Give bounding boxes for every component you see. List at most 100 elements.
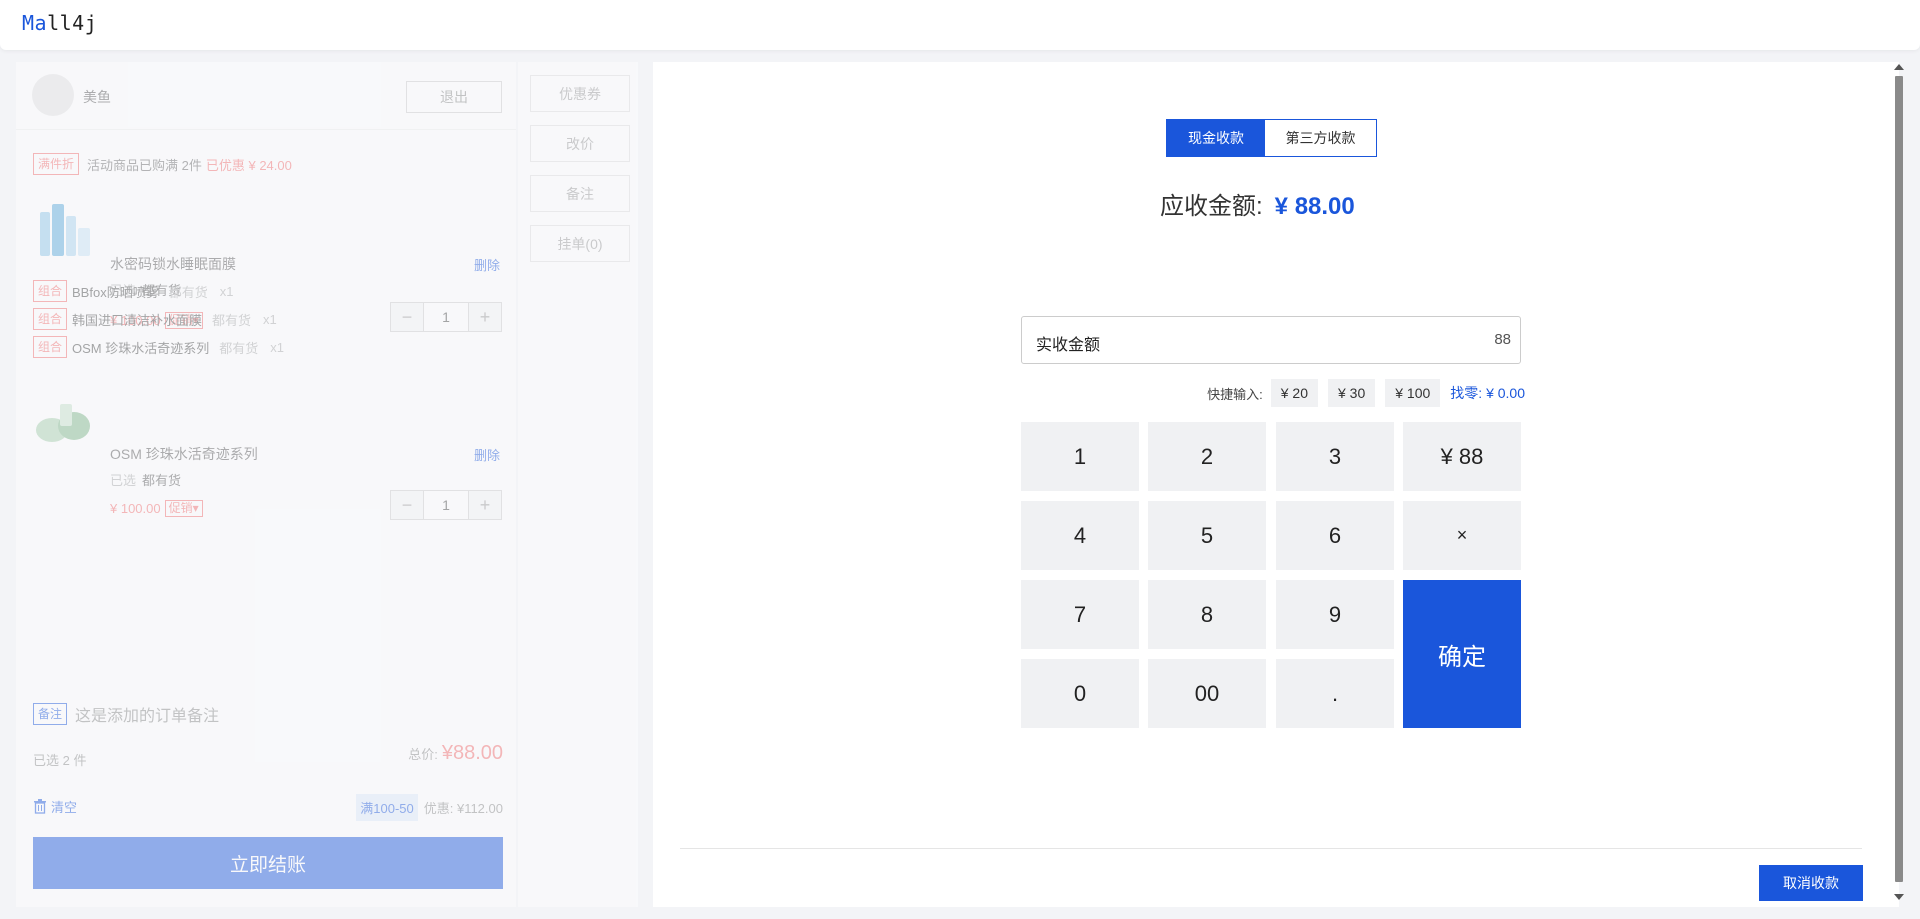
key-0[interactable]: 0 xyxy=(1021,659,1139,728)
logout-button[interactable]: 退出 xyxy=(406,81,502,113)
increase-button[interactable]: + xyxy=(469,491,501,519)
key-3[interactable]: 3 xyxy=(1276,422,1394,491)
backspace-key[interactable]: × xyxy=(1403,501,1521,570)
amount-due-value: ¥ 88.00 xyxy=(1274,193,1355,220)
product-image xyxy=(32,198,94,260)
summary-row: 已选 2 件 总价: ¥88.00 xyxy=(33,742,503,772)
combo-row: 组合 韩国进口清洁补水面膜 都有货 x1 xyxy=(33,308,277,330)
confirm-button[interactable]: 确定 xyxy=(1403,580,1521,728)
promotion-tag: 满件折 xyxy=(33,153,80,175)
decrease-button[interactable]: − xyxy=(391,303,423,331)
quick-amount-100[interactable]: ¥ 100 xyxy=(1385,379,1441,407)
combo-qty: x1 xyxy=(270,339,284,355)
key-1[interactable]: 1 xyxy=(1021,422,1139,491)
promo-dropdown-label: 促销 xyxy=(168,501,193,515)
selected-label: 已选 xyxy=(110,473,137,488)
coupon-button[interactable]: 优惠券 xyxy=(530,75,630,112)
quick-amount-30[interactable]: ¥ 30 xyxy=(1328,379,1376,407)
discount-text: 优惠: ¥112.00 xyxy=(423,801,503,816)
combo-row: 组合 BBfox防晒喷雾 都有货 x1 xyxy=(33,280,233,302)
combo-tag: 组合 xyxy=(33,280,68,302)
received-amount-value[interactable]: 88 xyxy=(1494,331,1511,348)
numeric-keypad: 1 2 3 ¥ 88 4 5 6 × 7 8 9 确定 0 00 . xyxy=(1021,422,1521,730)
combo-name: OSM 珍珠水活奇迹系列 xyxy=(72,340,210,356)
avatar xyxy=(32,74,74,116)
caret-down-icon: ▾ xyxy=(192,501,199,515)
logo-part-b: ll4j xyxy=(47,11,98,35)
payment-tabs: 现金收款 第三方收款 xyxy=(1166,119,1377,157)
promotion-discount: 已优惠 ¥ 24.00 xyxy=(205,157,292,173)
tab-cash[interactable]: 现金收款 xyxy=(1167,120,1265,156)
combo-name: BBfox防晒喷雾 xyxy=(72,284,159,300)
combo-stock: 都有货 xyxy=(219,340,259,356)
delete-item-button[interactable]: 删除 xyxy=(474,255,500,274)
combo-qty: x1 xyxy=(219,283,234,299)
cart-area: 美鱼 退出 满件折 活动商品已购满 2件 已优惠 ¥ 24.00 水密码锁水睡眠… xyxy=(16,62,638,907)
received-amount-label: 实收金额 xyxy=(1036,337,1101,354)
key-00[interactable]: 00 xyxy=(1148,659,1266,728)
delete-item-button[interactable]: 删除 xyxy=(474,445,500,464)
combo-tag: 组合 xyxy=(33,308,68,330)
change-price-button[interactable]: 改价 xyxy=(530,125,630,162)
key-exact-amount[interactable]: ¥ 88 xyxy=(1403,422,1521,491)
user-row: 美鱼 退出 xyxy=(16,62,516,130)
key-4[interactable]: 4 xyxy=(1021,501,1139,570)
quantity-value[interactable]: 1 xyxy=(423,491,469,519)
increase-button[interactable]: + xyxy=(469,303,501,331)
scroll-thumb[interactable] xyxy=(1895,76,1903,882)
combo-stock: 都有货 xyxy=(212,312,252,328)
item-price-row: ¥ 100.00 促销▾ xyxy=(110,500,203,517)
trash-icon xyxy=(34,799,46,814)
tab-third-party[interactable]: 第三方收款 xyxy=(1265,120,1376,156)
cancel-payment-button[interactable]: 取消收款 xyxy=(1759,865,1863,901)
item-price: ¥ 100.00 xyxy=(110,501,161,516)
key-2[interactable]: 2 xyxy=(1148,422,1266,491)
promo-dropdown[interactable]: 促销▾ xyxy=(164,500,203,517)
cart-panel: 美鱼 退出 满件折 活动商品已购满 2件 已优惠 ¥ 24.00 水密码锁水睡眠… xyxy=(16,62,516,907)
quick-input-label: 快捷输入: xyxy=(1207,386,1263,402)
scroll-up-icon[interactable] xyxy=(1894,64,1904,70)
total-label: 总价: xyxy=(408,747,438,762)
total-value: ¥88.00 xyxy=(441,742,503,764)
key-8[interactable]: 8 xyxy=(1148,580,1266,649)
scroll-down-icon[interactable] xyxy=(1894,894,1904,900)
note-tag: 备注 xyxy=(33,703,68,725)
item-name[interactable]: 水密码锁水睡眠面膜 xyxy=(110,254,236,274)
received-amount-field[interactable]: 实收金额 88 xyxy=(1021,316,1521,364)
note-button[interactable]: 备注 xyxy=(530,175,630,212)
discount-info: 满100-50 优惠: ¥112.00 xyxy=(356,794,503,821)
key-7[interactable]: 7 xyxy=(1021,580,1139,649)
key-decimal[interactable]: . xyxy=(1276,659,1394,728)
vertical-scrollbar[interactable] xyxy=(1893,62,1907,907)
item-name[interactable]: OSM 珍珠水活奇迹系列 xyxy=(110,444,258,464)
top-header: Mall4j xyxy=(0,0,1920,50)
quantity-stepper: − 1 + xyxy=(390,490,502,520)
decrease-button[interactable]: − xyxy=(391,491,423,519)
app-logo[interactable]: Mall4j xyxy=(22,11,97,35)
key-9[interactable]: 9 xyxy=(1276,580,1394,649)
combo-row: 组合 OSM 珍珠水活奇迹系列 都有货 x1 xyxy=(33,336,284,358)
amount-due: 应收金额: ¥ 88.00 xyxy=(1160,186,1355,221)
change-amount: 找零: ¥ 0.00 xyxy=(1450,385,1525,401)
key-5[interactable]: 5 xyxy=(1148,501,1266,570)
clear-row: 清空 满100-50 优惠: ¥112.00 xyxy=(33,794,503,821)
total: 总价: ¥88.00 xyxy=(408,742,503,765)
quick-input-row: 快捷输入: ¥ 20 ¥ 30 ¥ 100 找零: ¥ 0.00 xyxy=(1207,379,1525,407)
promotion-row: 满件折 活动商品已购满 2件 已优惠 ¥ 24.00 xyxy=(33,153,292,175)
logo-part-a: Ma xyxy=(22,11,48,35)
quick-amount-20[interactable]: ¥ 20 xyxy=(1270,379,1318,407)
payment-panel: 现金收款 第三方收款 应收金额: ¥ 88.00 实收金额 88 快捷输入: ¥… xyxy=(653,62,1899,907)
side-actions: 优惠券 改价 备注 挂单(0) xyxy=(518,62,638,907)
order-note-row[interactable]: 备注 这是添加的订单备注 xyxy=(33,702,219,726)
hold-order-button[interactable]: 挂单(0) xyxy=(530,225,630,262)
selected-count: 已选 2 件 xyxy=(33,753,87,768)
item-selection: 已选 都有货 xyxy=(110,470,181,489)
checkout-button[interactable]: 立即结账 xyxy=(33,837,503,889)
combo-name: 韩国进口清洁补水面膜 xyxy=(72,312,203,328)
clear-cart-button[interactable]: 清空 xyxy=(33,797,77,816)
amount-due-label: 应收金额: xyxy=(1160,193,1263,220)
user-name: 美鱼 xyxy=(83,89,111,105)
quantity-value[interactable]: 1 xyxy=(423,303,469,331)
note-text: 这是添加的订单备注 xyxy=(75,708,220,725)
key-6[interactable]: 6 xyxy=(1276,501,1394,570)
